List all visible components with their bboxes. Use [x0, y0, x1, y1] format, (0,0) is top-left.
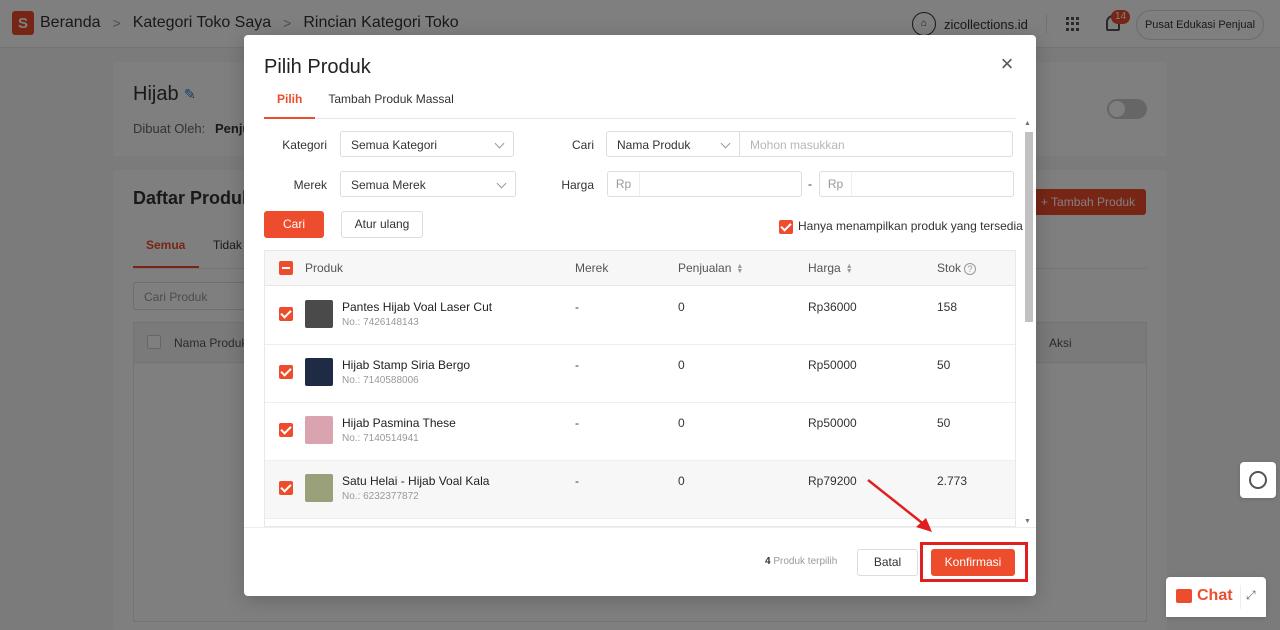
scrollbar-thumb[interactable] — [1025, 132, 1033, 322]
product-number: No.: 7140588006 — [342, 375, 419, 386]
search-input[interactable]: Mohon masukkan — [739, 131, 1013, 157]
product-price: Rp50000 — [808, 358, 857, 372]
chat-expand-icon[interactable]: ⤢ — [1246, 588, 1256, 603]
product-name: Hijab Stamp Siria Bergo — [342, 358, 471, 372]
row-checkbox[interactable] — [279, 307, 293, 321]
search-type-value: Nama Produk — [617, 138, 691, 152]
product-number: No.: 6232377872 — [342, 491, 419, 502]
available-only-checkbox[interactable] — [779, 220, 793, 234]
table-row[interactable]: Hijab Stamp Siria Bergo No.: 7140588006 - 0… — [265, 345, 1015, 403]
product-name: Pantes Hijab Voal Laser Cut — [342, 300, 493, 314]
product-stock: 50 — [937, 358, 951, 372]
sort-icon[interactable]: ▲ ▼ — [736, 263, 743, 275]
product-sales: 0 — [678, 300, 685, 314]
product-thumbnail — [305, 358, 333, 386]
chevron-down-icon — [494, 138, 505, 149]
price-max-input[interactable]: Rp — [819, 171, 1014, 197]
product-sales: 0 — [678, 474, 685, 488]
chevron-down-icon — [496, 178, 507, 189]
price-separator: - — [808, 177, 812, 191]
table-scrollbar[interactable]: ▲ ▼ — [1023, 120, 1033, 527]
product-brand: - — [575, 358, 579, 372]
product-name: Satu Helai - Hijab Voal Kala — [342, 474, 490, 488]
product-brand: - — [575, 416, 579, 430]
tab-select[interactable]: Pilih — [264, 89, 316, 119]
currency-prefix: Rp — [820, 172, 852, 196]
chat-icon — [1176, 589, 1192, 603]
product-sales: 0 — [678, 358, 685, 372]
scroll-up-icon[interactable]: ▲ — [1024, 120, 1031, 127]
category-value: Semua Kategori — [351, 138, 438, 152]
row-checkbox[interactable] — [279, 481, 293, 495]
available-only-label: Hanya menampilkan produk yang tersedia — [798, 219, 1023, 233]
search-button[interactable]: Cari — [264, 211, 324, 238]
tab-bulk-add[interactable]: Tambah Produk Massal — [315, 89, 466, 119]
reset-button[interactable]: Atur ulang — [341, 211, 423, 238]
product-brand: - — [575, 474, 579, 488]
price-min-input[interactable]: Rp — [607, 171, 802, 197]
brand-value: Semua Merek — [351, 178, 426, 192]
product-stock: 50 — [937, 416, 951, 430]
product-price: Rp36000 — [808, 300, 857, 314]
product-brand: - — [575, 300, 579, 314]
product-sales: 0 — [678, 416, 685, 430]
search-type-select[interactable]: Nama Produk — [606, 131, 740, 157]
headset-icon[interactable] — [1240, 462, 1276, 498]
currency-prefix: Rp — [608, 172, 640, 196]
close-icon[interactable]: × — [998, 53, 1016, 75]
brand-select[interactable]: Semua Merek — [340, 171, 516, 197]
table-header: Produk Merek Penjualan ▲ ▼ Harga ▲ ▼ Stok? — [265, 251, 1015, 286]
category-label: Kategori — [282, 138, 327, 152]
chat-label: Chat — [1197, 587, 1233, 604]
table-row[interactable]: Pantes Hijab Voal Laser Cut No.: 74261481… — [265, 287, 1015, 345]
modal-title: Pilih Produk — [264, 56, 371, 78]
product-price: Rp50000 — [808, 416, 857, 430]
column-price[interactable]: Harga ▲ ▼ — [808, 261, 853, 275]
help-icon[interactable]: ? — [964, 262, 977, 275]
product-thumbnail — [305, 300, 333, 328]
row-checkbox[interactable] — [279, 365, 293, 379]
column-product: Produk — [305, 261, 344, 275]
select-all-checkbox[interactable] — [279, 261, 293, 275]
product-stock: 2.773 — [937, 474, 968, 488]
divider — [1240, 585, 1241, 609]
annotation-highlight-box — [920, 542, 1028, 582]
category-select[interactable]: Semua Kategori — [340, 131, 514, 157]
chevron-down-icon — [720, 138, 731, 149]
scroll-down-icon[interactable]: ▼ — [1024, 518, 1031, 525]
annotation-arrow-icon — [867, 479, 932, 532]
brand-label: Merek — [293, 178, 327, 192]
selected-count: 4 Produk terpilih — [765, 556, 838, 567]
product-number: No.: 7140514941 — [342, 433, 419, 444]
cancel-button[interactable]: Batal — [857, 549, 918, 576]
column-stock: Stok? — [937, 261, 977, 275]
sort-icon[interactable]: ▲ ▼ — [846, 263, 853, 275]
product-price: Rp79200 — [808, 474, 857, 488]
column-sales[interactable]: Penjualan ▲ ▼ — [678, 261, 743, 275]
product-thumbnail — [305, 416, 333, 444]
column-brand: Merek — [575, 261, 609, 275]
modal-tabs: Pilih Tambah Produk Massal — [264, 89, 1016, 119]
table-row[interactable]: Hijab Pasmina These No.: 7140514941 - 0 Rp50… — [265, 403, 1015, 461]
product-number: No.: 7426148143 — [342, 317, 419, 328]
product-thumbnail — [305, 474, 333, 502]
search-label: Cari — [571, 138, 594, 152]
product-stock: 158 — [937, 300, 958, 314]
product-name: Hijab Pasmina These — [342, 416, 456, 430]
price-label: Harga — [561, 178, 594, 192]
row-checkbox[interactable] — [279, 423, 293, 437]
chat-widget[interactable]: Chat ⤢ — [1166, 577, 1266, 617]
